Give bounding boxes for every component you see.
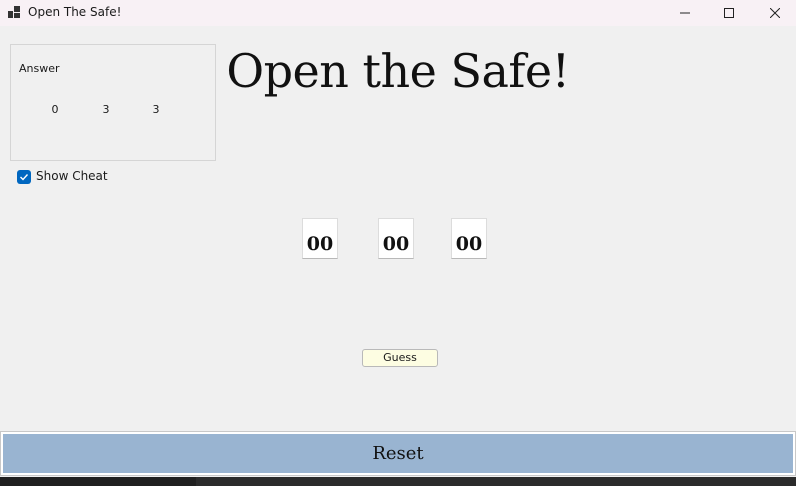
maximize-button[interactable] xyxy=(706,0,752,26)
guess-button[interactable]: Guess xyxy=(362,349,438,367)
reset-button[interactable]: Reset xyxy=(0,431,796,476)
app-window-icon xyxy=(8,6,20,18)
title-bar: Open The Safe! xyxy=(0,0,796,26)
digit-input-3[interactable]: 00 xyxy=(451,218,487,259)
show-cheat-checkbox[interactable] xyxy=(17,170,31,184)
window-title: Open The Safe! xyxy=(28,5,122,19)
digit-input-2[interactable]: 00 xyxy=(378,218,414,259)
digit-input-1[interactable]: 00 xyxy=(302,218,338,259)
answer-digit-3: 3 xyxy=(152,103,160,116)
maximize-icon xyxy=(724,8,734,18)
close-button[interactable] xyxy=(752,0,796,26)
show-cheat-label[interactable]: Show Cheat xyxy=(36,169,108,183)
minimize-button[interactable] xyxy=(662,0,708,26)
answer-digit-1: 0 xyxy=(51,103,59,116)
close-icon xyxy=(770,8,780,18)
answer-digit-2: 3 xyxy=(102,103,110,116)
minimize-icon xyxy=(680,12,690,14)
page-title: Open the Safe! xyxy=(226,44,570,98)
checkmark-icon xyxy=(20,174,29,181)
taskbar-strip-segment xyxy=(196,477,796,486)
answer-group-legend: Answer xyxy=(16,62,63,75)
